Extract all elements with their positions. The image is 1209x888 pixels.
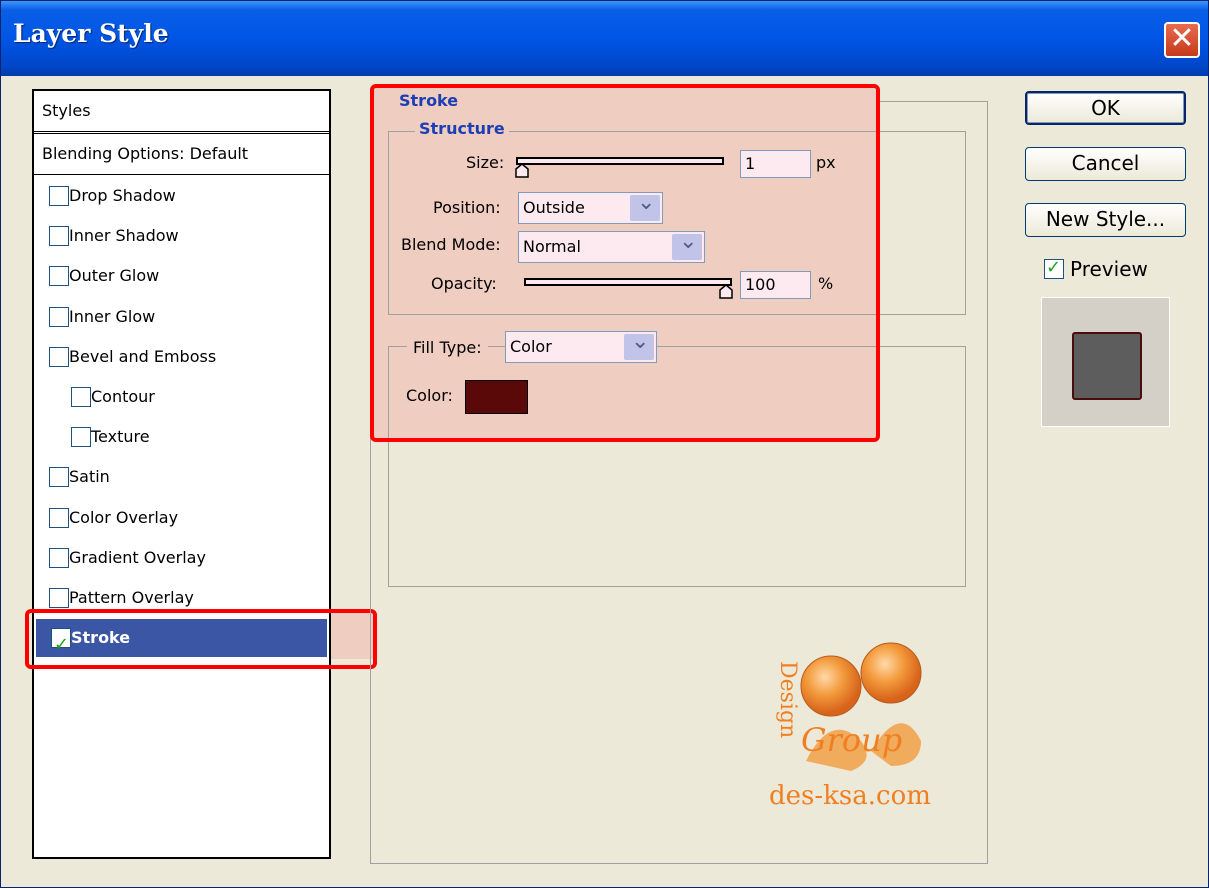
styles-header[interactable]: Styles xyxy=(34,91,329,134)
style-item-label: Texture xyxy=(91,427,150,447)
style-item-texture[interactable]: Texture xyxy=(34,418,329,456)
preview-label: Preview xyxy=(1070,257,1148,281)
close-icon: ✕ xyxy=(1169,21,1195,56)
style-item-checkbox[interactable] xyxy=(49,547,69,568)
style-item-satin[interactable]: Satin xyxy=(34,458,329,496)
style-item-bevel-and-emboss[interactable]: Bevel and Emboss xyxy=(34,338,329,376)
style-item-label: Color Overlay xyxy=(69,507,179,527)
ok-button[interactable]: OK xyxy=(1025,91,1186,125)
close-button[interactable]: ✕ xyxy=(1164,22,1200,58)
style-item-checkbox[interactable] xyxy=(49,306,69,327)
style-item-label: Inner Shadow xyxy=(69,226,179,246)
stroke-item-annotation xyxy=(25,609,377,669)
style-item-label: Satin xyxy=(69,467,110,487)
preview-checkbox[interactable]: ✓ xyxy=(1044,257,1064,279)
style-item-gradient-overlay[interactable]: Gradient Overlay xyxy=(34,539,329,577)
cancel-button[interactable]: Cancel xyxy=(1025,147,1186,181)
watermark-text: des-ksa.com xyxy=(769,781,931,811)
preview-thumbnail xyxy=(1041,297,1170,427)
preview-swatch xyxy=(1072,332,1142,400)
style-item-checkbox[interactable] xyxy=(49,266,69,287)
svg-text:Design: Design xyxy=(775,661,800,738)
style-item-label: Inner Glow xyxy=(69,306,156,326)
stroke-panel-annotation xyxy=(370,84,880,442)
title-bar[interactable]: Layer Style ✕ xyxy=(1,1,1208,76)
style-item-contour[interactable]: Contour xyxy=(34,378,329,416)
window-title: Layer Style xyxy=(13,19,169,48)
style-item-checkbox[interactable] xyxy=(49,507,69,528)
style-item-label: Contour xyxy=(91,387,155,406)
style-item-color-overlay[interactable]: Color Overlay xyxy=(34,499,329,537)
style-item-checkbox[interactable] xyxy=(49,226,69,247)
style-item-label: Gradient Overlay xyxy=(69,547,206,567)
layer-style-dialog: Layer Style ✕ Styles Blending Options: D… xyxy=(0,0,1209,888)
style-item-checkbox[interactable] xyxy=(49,588,69,608)
style-item-label: Drop Shadow xyxy=(69,186,176,205)
blending-options-item[interactable]: Blending Options: Default xyxy=(34,134,329,175)
style-item-drop-shadow[interactable]: Drop Shadow xyxy=(34,177,329,215)
style-item-outer-glow[interactable]: Outer Glow xyxy=(34,257,329,295)
style-item-checkbox[interactable] xyxy=(49,346,69,367)
style-item-label: Outer Glow xyxy=(69,266,160,286)
style-item-inner-shadow[interactable]: Inner Shadow xyxy=(34,217,329,255)
style-item-checkbox[interactable] xyxy=(49,467,69,488)
style-item-inner-glow[interactable]: Inner Glow xyxy=(34,298,329,336)
style-item-checkbox[interactable] xyxy=(71,387,91,407)
check-icon: ✓ xyxy=(1046,257,1062,278)
style-item-label: Bevel and Emboss xyxy=(69,346,217,366)
styles-list: Styles Blending Options: Default Drop Sh… xyxy=(32,89,331,859)
svg-text:Group: Group xyxy=(801,721,902,759)
new-style-button[interactable]: New Style... xyxy=(1025,203,1186,237)
style-item-checkbox[interactable] xyxy=(49,186,69,206)
style-item-checkbox[interactable] xyxy=(71,427,91,448)
